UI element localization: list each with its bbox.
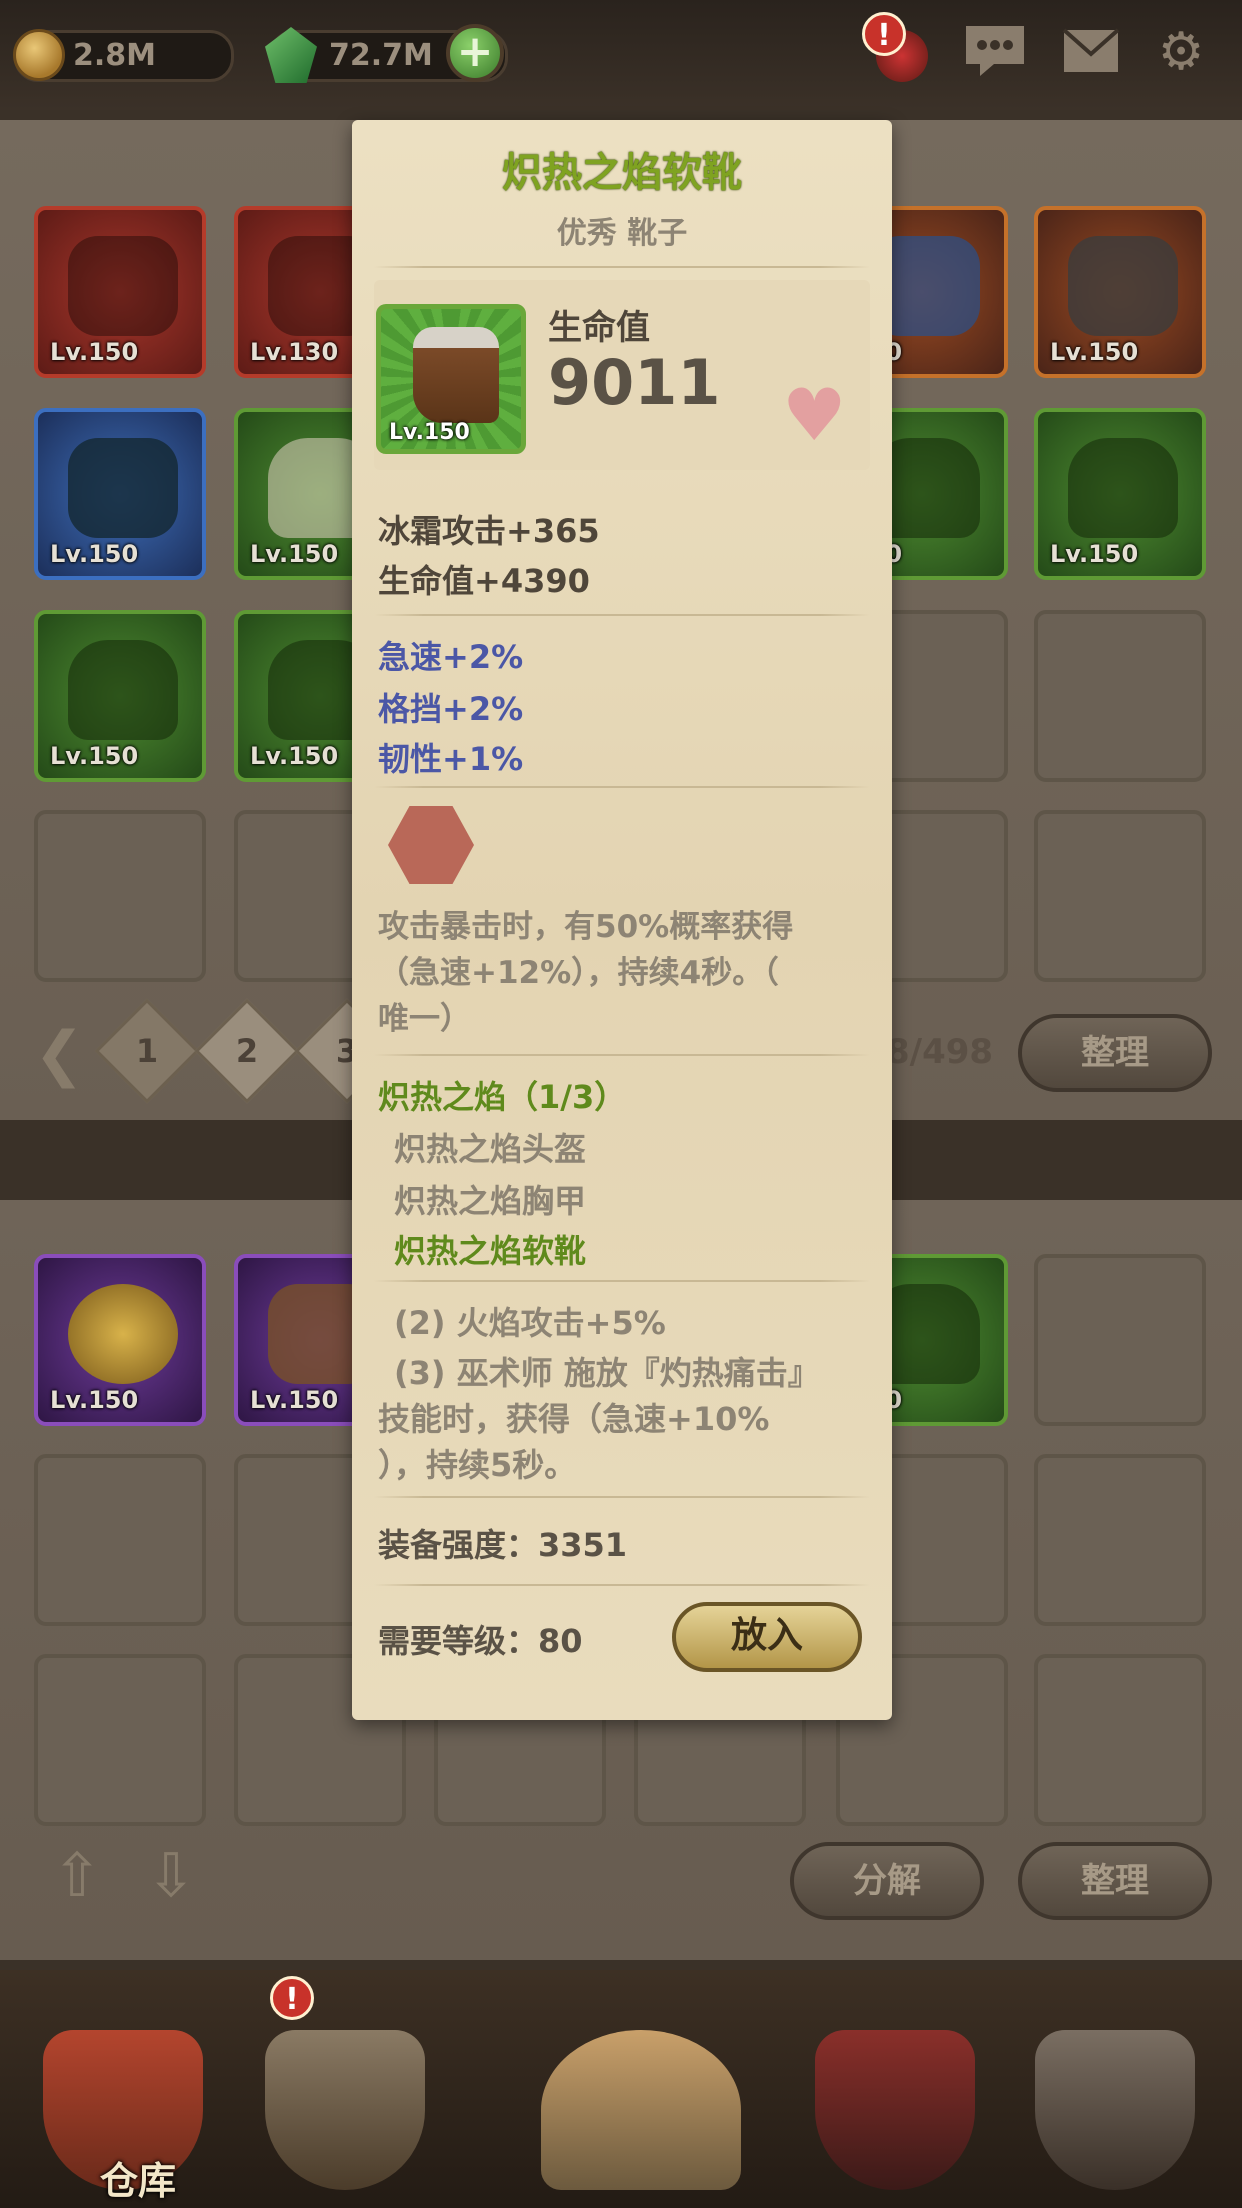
chest-icon bbox=[815, 2030, 975, 2190]
inventory-slot[interactable]: Lv.150 bbox=[34, 408, 206, 580]
empty-slot[interactable] bbox=[1034, 1254, 1206, 1426]
item-level: Lv.150 bbox=[50, 1386, 139, 1414]
base-stat: 冰霜攻击+365 bbox=[378, 512, 600, 550]
divider bbox=[374, 614, 870, 616]
item-count: 8/498 bbox=[886, 1032, 994, 1072]
set-piece: 炽热之焰头盔 bbox=[394, 1130, 587, 1168]
divider bbox=[374, 786, 870, 788]
empty-slot[interactable] bbox=[34, 1654, 206, 1826]
anvil-icon bbox=[1035, 2030, 1195, 2190]
portal-icon bbox=[541, 2030, 741, 2190]
adventure-tab[interactable] bbox=[526, 2010, 746, 2200]
gold-value: 2.8M bbox=[73, 38, 156, 73]
empty-slot[interactable] bbox=[1034, 1654, 1206, 1826]
item-art bbox=[68, 236, 178, 336]
divider bbox=[374, 1496, 870, 1498]
prev-page-arrow[interactable]: ❮ bbox=[34, 1024, 84, 1084]
base-stat: 生命值+4390 bbox=[378, 562, 590, 600]
set-piece: 炽热之焰胸甲 bbox=[394, 1182, 587, 1220]
item-icon-frame: Lv.150 bbox=[376, 304, 526, 454]
main-stat-value: 9011 bbox=[548, 346, 721, 419]
forge-tab[interactable] bbox=[1020, 2010, 1210, 2200]
boot-icon bbox=[413, 327, 499, 423]
socket-icon bbox=[388, 806, 474, 884]
item-level: Lv.150 bbox=[50, 338, 139, 366]
item-level: Lv.150 bbox=[250, 1386, 339, 1414]
heart-icon: ♥ bbox=[782, 373, 847, 457]
item-art bbox=[68, 1284, 178, 1384]
item-tooltip: 炽热之焰软靴 优秀 靴子 Lv.150 生命值 9011 ♥ 冰霜攻击+365 … bbox=[352, 120, 892, 1720]
empty-slot[interactable] bbox=[1034, 810, 1206, 982]
gear-icon[interactable]: ⚙ bbox=[1148, 20, 1214, 84]
tavern-alert-badge: ! bbox=[270, 1976, 314, 2020]
empty-slot[interactable] bbox=[1034, 1454, 1206, 1626]
gem-value: 72.7M bbox=[329, 38, 433, 73]
bonus-stat: 韧性+1% bbox=[378, 740, 524, 778]
divider bbox=[374, 266, 870, 268]
required-level: 需要等级：80 bbox=[378, 1622, 583, 1660]
item-art bbox=[1068, 438, 1178, 538]
item-level: Lv.150 bbox=[1050, 540, 1139, 568]
item-level: Lv.150 bbox=[389, 420, 470, 445]
chat-icon[interactable] bbox=[962, 20, 1028, 84]
passive-line: 唯一） bbox=[378, 1001, 471, 1037]
storage-sort-button[interactable]: 整理 bbox=[1018, 1842, 1212, 1920]
inventory-slot[interactable]: Lv.150 bbox=[34, 610, 206, 782]
item-level: Lv.150 bbox=[250, 742, 339, 770]
item-level: Lv.150 bbox=[50, 540, 139, 568]
empty-slot[interactable] bbox=[1034, 610, 1206, 782]
set-piece: 炽热之焰软靴 bbox=[394, 1232, 587, 1270]
divider bbox=[374, 1584, 870, 1586]
gold-counter: 2.8M bbox=[13, 29, 234, 82]
set-bonus: ），持续5秒。 bbox=[378, 1446, 577, 1484]
item-quality-type: 优秀 靴子 bbox=[556, 216, 688, 251]
item-art bbox=[1068, 236, 1178, 336]
decompose-button[interactable]: 分解 bbox=[790, 1842, 984, 1920]
divider bbox=[374, 1280, 870, 1282]
inventory-slot[interactable]: Lv.150 bbox=[1034, 408, 1206, 580]
sort-button[interactable]: 整理 bbox=[1018, 1014, 1212, 1092]
warehouse-tab-label: 仓库 bbox=[99, 2159, 176, 2203]
coin-icon bbox=[13, 29, 65, 81]
item-level: Lv.130 bbox=[250, 338, 339, 366]
item-level: Lv.150 bbox=[50, 742, 139, 770]
bonus-stat: 格挡+2% bbox=[378, 690, 524, 728]
set-bonus: (2) 火焰攻击+5% bbox=[394, 1304, 666, 1342]
item-level: Lv.150 bbox=[250, 540, 339, 568]
equipment-power: 装备强度：3351 bbox=[378, 1526, 628, 1564]
item-art bbox=[68, 640, 178, 740]
tavern-tab[interactable] bbox=[250, 2010, 440, 2200]
empty-slot[interactable] bbox=[34, 810, 206, 982]
set-bonus: (3) 巫术师 施放『灼热痛击』 bbox=[394, 1354, 820, 1392]
set-name: 炽热之焰（1/3） bbox=[378, 1078, 627, 1116]
empty-slot[interactable] bbox=[34, 1454, 206, 1626]
item-name: 炽热之焰软靴 bbox=[502, 150, 742, 196]
event-alert-badge: ! bbox=[862, 12, 906, 56]
item-art bbox=[68, 438, 178, 538]
divider bbox=[374, 1054, 870, 1056]
page-1-label: 1 bbox=[135, 1032, 159, 1070]
passive-line: 攻击暴击时，有50%概率获得 bbox=[378, 909, 794, 945]
item-level: Lv.150 bbox=[1050, 338, 1139, 366]
passive-line: （急速+12%），持续4秒。（ bbox=[378, 955, 779, 991]
scroll-down-arrow[interactable]: ⇩ bbox=[146, 1846, 196, 1906]
inventory-slot[interactable]: Lv.150 bbox=[1034, 206, 1206, 378]
add-gems-button[interactable]: + bbox=[446, 24, 504, 82]
storage-slot[interactable]: Lv.150 bbox=[34, 1254, 206, 1426]
bonus-stat: 急速+2% bbox=[378, 638, 524, 676]
chest-tab[interactable] bbox=[800, 2010, 990, 2200]
inventory-slot[interactable]: Lv.150 bbox=[34, 206, 206, 378]
scroll-up-arrow[interactable]: ⇧ bbox=[52, 1846, 102, 1906]
page-2-label: 2 bbox=[235, 1032, 259, 1070]
beer-mug-icon bbox=[265, 2030, 425, 2190]
mail-icon[interactable] bbox=[1058, 20, 1124, 84]
put-in-button[interactable]: 放入 bbox=[672, 1602, 862, 1672]
set-bonus: 技能时，获得（急速+10% bbox=[378, 1400, 770, 1438]
main-stat-name: 生命值 bbox=[548, 308, 650, 348]
